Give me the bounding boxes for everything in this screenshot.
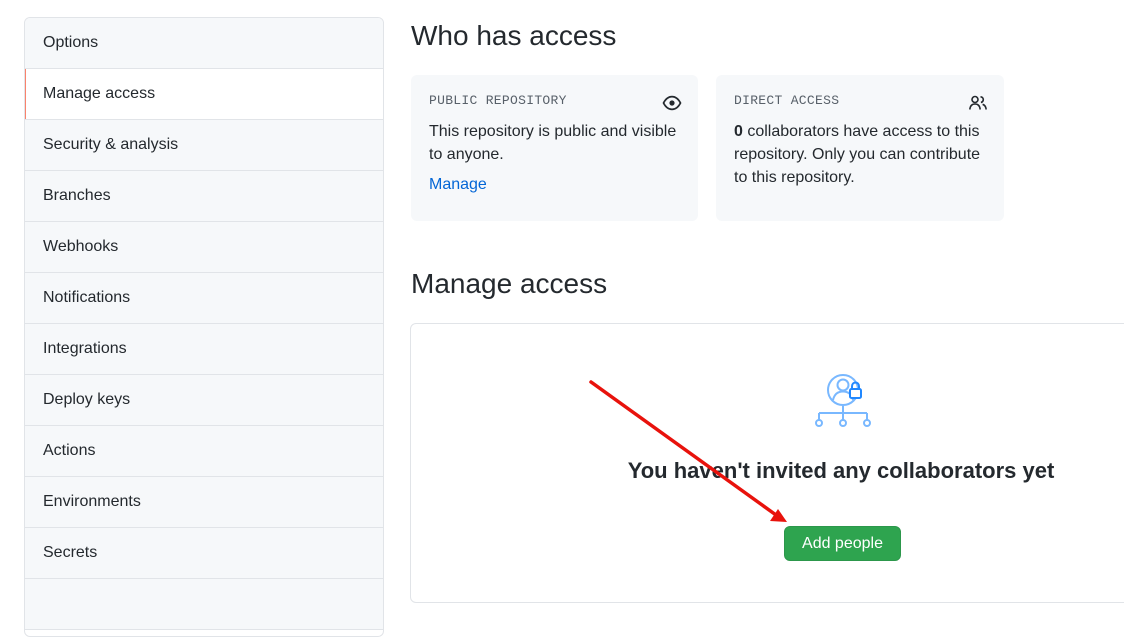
direct-access-card: DIRECT ACCESS 0 collaborators have acces… [716,75,1004,221]
sidebar-item-options[interactable]: Options [25,18,383,69]
blankslate-title: You haven't invited any collaborators ye… [627,458,1055,483]
settings-sidebar: Options Manage access Security & analysi… [24,17,384,637]
sidebar-item-environments[interactable]: Environments [25,477,383,528]
manage-access-heading: Manage access [411,268,608,299]
public-repository-card: PUBLIC REPOSITORY This repository is pub… [411,75,698,221]
public-repository-label: PUBLIC REPOSITORY [429,93,567,108]
public-repository-text: This repository is public and visible to… [429,123,677,163]
direct-access-text: 0 collaborators have access to this repo… [734,120,986,189]
sidebar-item-deploy-keys[interactable]: Deploy keys [25,375,383,426]
person-lock-org-icon [815,374,871,427]
sidebar-item-more[interactable] [25,579,383,630]
sidebar-item-manage-access[interactable]: Manage access [25,69,383,120]
direct-access-description: collaborators have access to this reposi… [734,123,981,186]
sidebar-item-notifications[interactable]: Notifications [25,273,383,324]
sidebar-item-webhooks[interactable]: Webhooks [25,222,383,273]
people-icon [969,95,987,110]
add-people-button[interactable]: Add people [784,526,901,561]
sidebar-item-secrets[interactable]: Secrets [25,528,383,579]
sidebar-item-branches[interactable]: Branches [25,171,383,222]
eye-icon [662,95,682,111]
sidebar-item-security-analysis[interactable]: Security & analysis [25,120,383,171]
who-has-access-heading: Who has access [411,20,617,51]
sidebar-item-integrations[interactable]: Integrations [25,324,383,375]
collaborator-count: 0 [734,123,743,140]
manage-visibility-link[interactable]: Manage [429,176,487,194]
collaborators-blankslate: You haven't invited any collaborators ye… [410,323,1124,603]
direct-access-label: DIRECT ACCESS [734,93,840,108]
sidebar-item-actions[interactable]: Actions [25,426,383,477]
